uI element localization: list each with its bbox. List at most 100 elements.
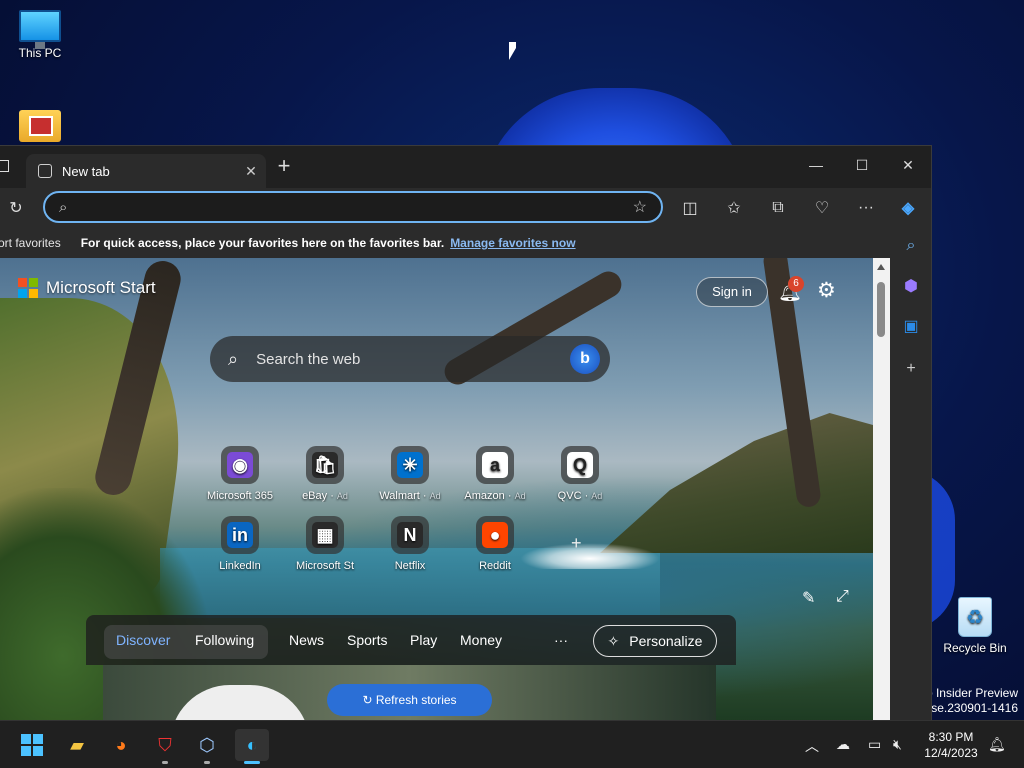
- settings-gear-icon[interactable]: ⚙: [817, 278, 836, 303]
- tab-close-button[interactable]: ✕: [236, 163, 266, 180]
- refresh-button[interactable]: ↻: [0, 193, 32, 223]
- manage-favorites-link[interactable]: Manage favorites now: [450, 236, 575, 250]
- quick-link-tile[interactable]: 🛍 eBay · Ad: [283, 446, 367, 502]
- bing-icon[interactable]: b: [570, 344, 600, 374]
- sidebar-copilot-button[interactable]: ⬢: [895, 270, 927, 302]
- desktop-icon-recycle-bin[interactable]: ♻ Recycle Bin: [935, 597, 1015, 655]
- microsoft-logo-icon: [18, 278, 38, 298]
- new-tab-page: Microsoft Start Sign in 🔔︎ 6 ⚙ ⌕ b ◉Micr…: [0, 258, 873, 720]
- expand-icon[interactable]: ⤢: [836, 588, 849, 606]
- ad-label: Ad: [514, 491, 526, 501]
- tab-title: New tab: [62, 163, 110, 179]
- quick-link-label: Microsoft St: [283, 560, 367, 572]
- more-categories-button[interactable]: ···: [554, 632, 568, 648]
- quick-link-label: QVC · Ad: [557, 490, 603, 502]
- notification-bell-icon[interactable]: 🔔︎: [988, 736, 1006, 753]
- taskbar-edge[interactable]: ◐: [235, 729, 269, 761]
- page-scrollbar[interactable]: [873, 258, 890, 720]
- scroll-up-arrow-icon[interactable]: [877, 264, 885, 270]
- minimize-button[interactable]: —: [793, 150, 839, 180]
- sidebar-outlook-button[interactable]: ▣: [895, 310, 927, 342]
- build-watermark: o Insider Preview ease.230901-1416: [918, 686, 1018, 716]
- quick-link-glyph: in: [227, 522, 253, 548]
- desktop-icon-label: Recycle Bin: [943, 641, 1007, 655]
- new-tab-icon: [38, 164, 52, 178]
- quick-link-tile[interactable]: ▦ Microsoft St: [283, 516, 367, 572]
- system-clock[interactable]: 8:30 PM 12/4/2023: [918, 729, 984, 761]
- more-button[interactable]: ···: [850, 193, 882, 223]
- background-hill: [600, 413, 873, 553]
- tab-play[interactable]: Play: [410, 632, 437, 648]
- address-input[interactable]: [79, 199, 633, 215]
- image-info-icon[interactable]: ✎: [802, 588, 815, 608]
- quick-link-tile[interactable]: ✳ Walmart · Ad: [368, 446, 452, 502]
- close-window-button[interactable]: ✕: [885, 150, 931, 180]
- show-hidden-icons-chevron-icon[interactable]: ︿: [805, 736, 819, 756]
- taskbar-shield-app[interactable]: ⛉: [148, 729, 182, 761]
- taskbar-virtualbox[interactable]: ⬡: [190, 729, 224, 761]
- tab-sports[interactable]: Sports: [347, 632, 387, 648]
- taskbar-file-explorer[interactable]: ▰: [60, 729, 94, 761]
- quick-link-glyph: N: [397, 522, 423, 548]
- quick-link-label: Amazon · Ad: [464, 490, 526, 502]
- refresh-icon: ↻: [362, 693, 373, 707]
- clock-time: 8:30 PM: [928, 730, 974, 744]
- quick-link-label: Reddit: [453, 560, 537, 572]
- web-search-input[interactable]: [256, 350, 570, 368]
- refresh-stories-button[interactable]: ↻ Refresh stories: [327, 684, 492, 716]
- personalize-button[interactable]: ✧ Personalize: [593, 625, 717, 657]
- quick-link-tile[interactable]: ● Reddit: [453, 516, 537, 572]
- onedrive-icon[interactable]: ☁: [836, 736, 850, 753]
- favorites-button[interactable]: ✩: [718, 193, 750, 223]
- split-screen-button[interactable]: ◫: [674, 193, 706, 223]
- maximize-button[interactable]: ☐: [839, 150, 885, 180]
- search-icon: ⌕: [228, 348, 239, 369]
- tab-new-tab[interactable]: New tab ✕: [26, 154, 266, 188]
- taskbar-firefox[interactable]: ◕: [104, 729, 138, 761]
- volume-muted-icon[interactable]: 🔇︎: [893, 736, 902, 753]
- quick-link-glyph: ▦: [312, 522, 338, 548]
- edge-icon: ◐: [246, 734, 258, 755]
- tab-actions-icon[interactable]: [0, 160, 9, 172]
- desktop-icon-folder[interactable]: [0, 110, 80, 142]
- copilot-button[interactable]: ◈: [892, 193, 924, 223]
- quick-link-tile[interactable]: N Netflix: [368, 516, 452, 572]
- quick-link-tile[interactable]: ◉ Microsoft 365: [198, 446, 282, 502]
- address-bar[interactable]: ⌕ ☆: [43, 191, 663, 223]
- new-tab-button[interactable]: +: [272, 155, 296, 179]
- sign-in-button[interactable]: Sign in: [696, 277, 768, 307]
- quick-link-label: Netflix: [368, 560, 452, 572]
- shield-icon: ⛉: [158, 734, 172, 755]
- scrollbar-thumb[interactable]: [877, 282, 885, 337]
- add-shortcut-icon[interactable]: +: [571, 533, 582, 554]
- microsoft-start-brand[interactable]: Microsoft Start: [18, 278, 156, 298]
- mouse-cursor: [509, 42, 516, 60]
- desktop-icon-this-pc[interactable]: This PC: [0, 10, 80, 60]
- quick-link-tile[interactable]: in LinkedIn: [198, 516, 282, 572]
- folder-icon: [19, 110, 61, 142]
- quick-link-tile[interactable]: Q QVC · Ad: [538, 446, 622, 502]
- sidebar-add-button[interactable]: +: [895, 353, 927, 385]
- tab-news[interactable]: News: [289, 632, 324, 648]
- tab-money[interactable]: Money: [460, 632, 502, 648]
- tab-discover[interactable]: Discover: [116, 632, 170, 648]
- quick-link-tile[interactable]: a Amazon · Ad: [453, 446, 537, 502]
- notification-count-badge: 6: [788, 276, 804, 292]
- tab-following[interactable]: Following: [195, 632, 254, 648]
- browser-essentials-button[interactable]: ♡: [806, 193, 838, 223]
- web-search-box[interactable]: ⌕ b: [210, 336, 610, 382]
- quick-link-label: LinkedIn: [198, 560, 282, 572]
- add-favorite-icon[interactable]: ☆: [633, 197, 647, 217]
- quick-link-text: Walmart: [379, 490, 420, 502]
- search-icon: ⌕: [59, 198, 68, 216]
- collections-button[interactable]: ⧉: [762, 193, 794, 223]
- watermark-line: ease.230901-1416: [917, 701, 1018, 715]
- import-favorites-link[interactable]: ort favorites: [0, 236, 61, 250]
- start-button[interactable]: [15, 729, 49, 761]
- display-icon[interactable]: ▭: [868, 736, 881, 753]
- browser-window: New tab ✕ + — ☐ ✕ ↻ ⌕ ☆ ◫ ✩ ⧉ ♡ ··· ◈ or…: [0, 145, 932, 720]
- favorites-bar: ort favorites For quick access, place yo…: [0, 228, 890, 258]
- sidebar-search-button[interactable]: ⌕: [895, 230, 927, 262]
- quick-link-icon: ✳: [391, 446, 429, 484]
- favorites-icon: ✩: [727, 200, 741, 217]
